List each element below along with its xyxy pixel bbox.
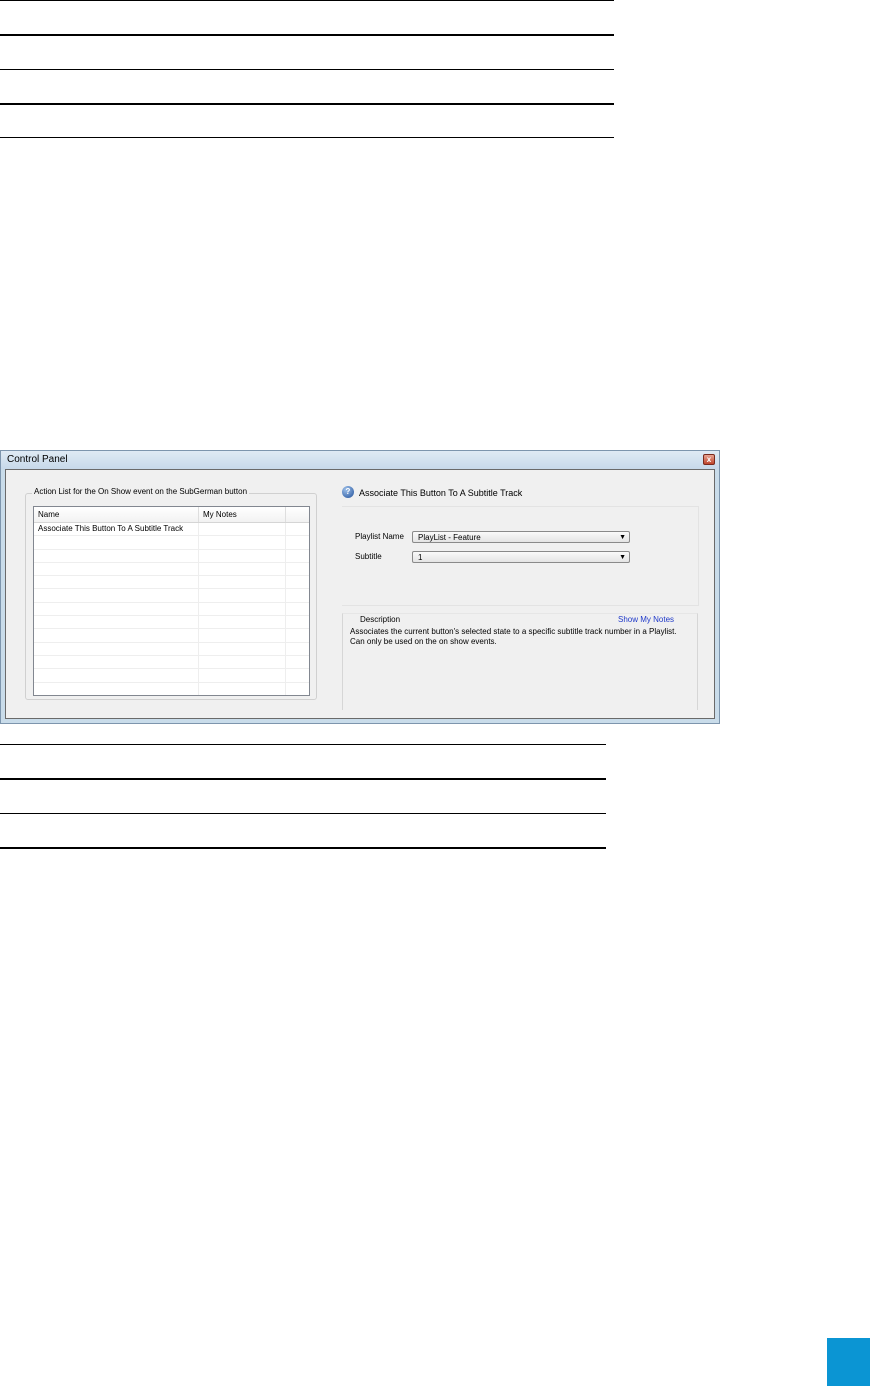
table-row[interactable] xyxy=(34,655,309,670)
playlist-name-dropdown[interactable]: PlayList - Feature ▼ xyxy=(412,531,630,543)
cell-name xyxy=(34,602,199,616)
control-panel-window: Control Panel x Action List for the On S… xyxy=(0,450,720,724)
table-row[interactable] xyxy=(34,616,309,630)
cell-name xyxy=(34,655,199,669)
cell-name: Associate This Button To A Subtitle Trac… xyxy=(34,523,199,536)
divider-line xyxy=(0,813,606,814)
cell-extra xyxy=(286,576,309,588)
cell-name xyxy=(34,562,199,576)
cell-extra xyxy=(286,523,309,535)
cell-my-notes xyxy=(199,682,286,695)
divider-line xyxy=(0,103,614,105)
cell-my-notes xyxy=(199,616,286,629)
column-header-name[interactable]: Name xyxy=(34,507,199,522)
cell-name xyxy=(34,642,199,655)
cell-extra xyxy=(286,589,309,601)
cell-extra xyxy=(286,563,309,575)
description-label: Description xyxy=(358,615,403,624)
action-title: Associate This Button To A Subtitle Trac… xyxy=(359,488,523,498)
divider-line xyxy=(0,137,614,138)
cell-my-notes xyxy=(199,655,286,669)
table-row[interactable] xyxy=(34,536,309,550)
divider-line xyxy=(0,847,606,849)
cell-extra xyxy=(286,669,309,681)
playlist-name-value: PlayList - Feature xyxy=(418,533,481,542)
cell-name xyxy=(34,576,199,589)
cell-my-notes xyxy=(199,576,286,589)
cell-my-notes xyxy=(199,602,286,616)
window-title: Control Panel xyxy=(7,454,68,465)
grid-header: Name My Notes xyxy=(34,507,309,523)
grid-body: Associate This Button To A Subtitle Trac… xyxy=(34,523,309,695)
cell-name xyxy=(34,536,199,549)
table-row[interactable] xyxy=(34,562,309,577)
table-row[interactable] xyxy=(34,602,309,617)
close-button[interactable]: x xyxy=(703,454,715,465)
title-bar[interactable]: Control Panel x xyxy=(1,451,719,469)
chevron-down-icon: ▼ xyxy=(619,534,626,541)
cell-extra xyxy=(286,603,309,615)
table-row[interactable] xyxy=(34,629,309,643)
cell-name xyxy=(34,616,199,629)
action-list-group-label: Action List for the On Show event on the… xyxy=(32,487,250,496)
action-list-group: Action List for the On Show event on the… xyxy=(25,487,317,700)
info-icon: ? xyxy=(342,486,354,498)
cell-my-notes xyxy=(199,629,286,642)
cell-name xyxy=(34,549,199,562)
cell-my-notes xyxy=(199,669,286,682)
cell-my-notes xyxy=(199,562,286,576)
cell-extra xyxy=(286,616,309,628)
description-text: Associates the current button's selected… xyxy=(350,627,677,646)
page-corner-tab xyxy=(827,1338,870,1386)
cell-name xyxy=(34,629,199,642)
table-row[interactable] xyxy=(34,549,309,563)
divider-line xyxy=(0,778,606,780)
table-row[interactable] xyxy=(34,576,309,590)
playlist-name-label: Playlist Name xyxy=(355,532,404,541)
chevron-down-icon: ▼ xyxy=(619,554,626,561)
subtitle-label: Subtitle xyxy=(355,552,382,561)
column-header-my-notes[interactable]: My Notes xyxy=(199,507,286,522)
table-row[interactable]: Associate This Button To A Subtitle Trac… xyxy=(34,523,309,537)
cell-name xyxy=(34,682,199,695)
action-list-grid[interactable]: Name My Notes Associate This Button To A… xyxy=(33,506,310,696)
cell-extra xyxy=(286,536,309,548)
cell-my-notes xyxy=(199,523,286,536)
cell-extra xyxy=(286,643,309,655)
cell-extra xyxy=(286,629,309,641)
close-icon: x xyxy=(706,455,712,464)
cell-my-notes xyxy=(199,642,286,655)
control-panel-client: Action List for the On Show event on the… xyxy=(5,469,715,719)
divider-line xyxy=(0,69,614,70)
table-row[interactable] xyxy=(34,642,309,656)
column-header-extra[interactable] xyxy=(286,507,309,522)
show-my-notes-link[interactable]: Show My Notes xyxy=(618,615,674,624)
cell-my-notes xyxy=(199,589,286,602)
divider-line xyxy=(0,744,606,745)
cell-extra xyxy=(286,656,309,668)
table-row[interactable] xyxy=(34,589,309,603)
cell-my-notes xyxy=(199,549,286,562)
subtitle-dropdown[interactable]: 1 ▼ xyxy=(412,551,630,563)
table-row[interactable] xyxy=(34,682,309,695)
divider-line xyxy=(0,0,614,1)
cell-extra xyxy=(286,683,309,695)
table-row[interactable] xyxy=(34,669,309,683)
cell-name xyxy=(34,589,199,602)
subtitle-value: 1 xyxy=(418,553,423,562)
cell-name xyxy=(34,669,199,682)
divider-line xyxy=(0,34,614,36)
cell-extra xyxy=(286,550,309,562)
cell-my-notes xyxy=(199,536,286,549)
